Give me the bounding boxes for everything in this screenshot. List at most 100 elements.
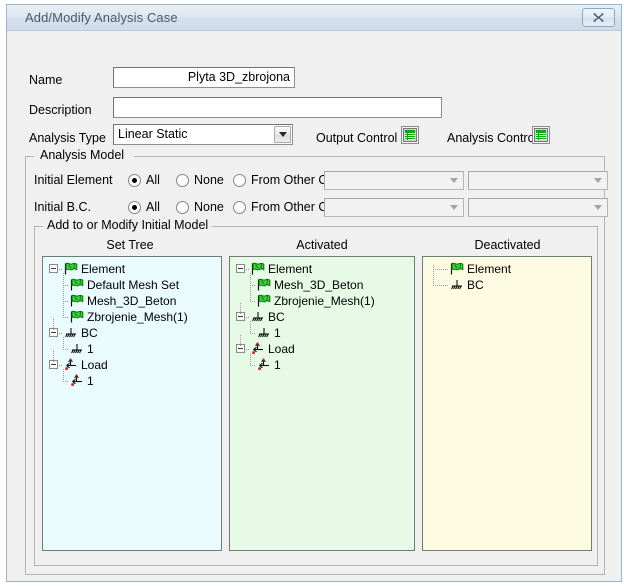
analysis-control-label: Analysis Control (447, 131, 538, 145)
deactivated-tree[interactable]: Element BC (423, 257, 591, 550)
tree-expander-collapse-icon[interactable] (49, 264, 58, 273)
mesh-icon (251, 262, 265, 275)
initial-element-radio-none-label: None (194, 173, 224, 187)
tree-node-label: Load (268, 342, 295, 356)
tree-connector (246, 317, 250, 318)
tree-node-label: Mesh_3D_Beton (87, 294, 177, 308)
tree-node-label: Element (81, 262, 126, 276)
mesh-icon (450, 262, 464, 275)
analysis-type-select[interactable]: Linear Static (113, 124, 293, 145)
tree-node-label: 1 (274, 358, 281, 372)
initial-bc-case-select[interactable] (324, 198, 464, 217)
support-icon (71, 344, 82, 354)
tree-connector (250, 301, 256, 302)
load-icon (69, 373, 85, 389)
add-modify-analysis-case-dialog: Add/Modify Analysis Case Name Plyta 3D_z… (6, 4, 622, 582)
load-icon (250, 341, 266, 357)
tree-node-label: Mesh_3D_Beton (274, 278, 364, 292)
tree-connector (59, 365, 63, 366)
chevron-down-icon (593, 205, 602, 210)
support-icon (258, 328, 269, 338)
initial-bc-radio-all-label: All (146, 200, 160, 214)
activated-header: Activated (296, 238, 348, 252)
table-grid-icon (403, 128, 417, 142)
initial-bc-radio-none[interactable] (176, 201, 189, 214)
initial-element-case-arrow[interactable] (445, 173, 462, 188)
close-button[interactable] (582, 8, 615, 27)
tree-node-label: Element (268, 262, 313, 276)
tree-connector (59, 269, 63, 270)
chevron-down-icon (593, 178, 602, 183)
load-icon (71, 374, 82, 387)
initial-element-case-select[interactable] (324, 171, 464, 190)
tree-node-label: Zbrojenie_Mesh(1) (87, 310, 188, 324)
tree-node-label: Default Mesh Set (87, 278, 180, 292)
initial-bc-radio-none-label: None (194, 200, 224, 214)
tree-connector (433, 285, 449, 286)
mesh-icon (64, 262, 78, 275)
mesh-icon (70, 294, 84, 307)
analysis-type-value: Linear Static (118, 127, 188, 141)
initial-element-radio-none[interactable] (176, 174, 189, 187)
tree-connector (433, 269, 449, 270)
initial-element-radio-all[interactable] (128, 174, 141, 187)
tree-connector (250, 273, 251, 301)
dialog-titlebar: Add/Modify Analysis Case (7, 5, 621, 31)
initial-bc-step-arrow[interactable] (589, 200, 606, 215)
initial-model-group: Add to or Modify Initial Model Set Tree … (34, 218, 598, 566)
chevron-down-icon (278, 132, 287, 137)
tree-connector (63, 369, 64, 381)
load-icon (65, 358, 76, 371)
load-icon (252, 342, 263, 355)
name-input[interactable]: Plyta 3D_zbrojona (113, 67, 295, 88)
dialog-body: Name Plyta 3D_zbrojona Description Analy… (7, 31, 621, 581)
analysis-type-dropdown-arrow[interactable] (274, 126, 291, 143)
mesh-icon (70, 310, 84, 323)
support-icon (449, 277, 465, 293)
name-label: Name (29, 73, 63, 87)
tree-connector (433, 265, 434, 285)
analysis-model-group: Analysis Model Initial Element All None … (25, 148, 608, 575)
tree-connector (63, 301, 69, 302)
mesh-icon (69, 277, 85, 293)
analysis-model-group-title: Analysis Model (36, 148, 129, 162)
tree-node-label: 1 (87, 374, 94, 388)
load-icon (258, 358, 269, 371)
initial-bc-case-arrow[interactable] (445, 200, 462, 215)
mesh-icon (257, 294, 271, 307)
support-icon (250, 309, 266, 325)
activated-panel[interactable]: Element Mesh_3D_Beton Zbrojenie_Mesh(1) BC 1… (229, 256, 415, 551)
tree-connector (240, 303, 241, 315)
initial-bc-radio-all[interactable] (128, 201, 141, 214)
mesh-icon (69, 309, 85, 325)
tree-connector (63, 273, 64, 317)
support-icon (63, 325, 79, 341)
initial-bc-step-select[interactable] (468, 198, 608, 217)
set-tree-panel[interactable]: Element Default Mesh Set Mesh_3D_Beton Zbro… (42, 256, 222, 551)
analysis-control-button[interactable] (532, 126, 550, 144)
output-control-button[interactable] (401, 126, 419, 144)
tree-node-label: BC (467, 278, 484, 292)
tree-connector (63, 317, 69, 318)
initial-element-step-select[interactable] (468, 171, 608, 190)
tree-connector (63, 349, 69, 350)
tree-connector (63, 285, 69, 286)
tree-node-label: Load (81, 358, 108, 372)
initial-element-step-arrow[interactable] (589, 173, 606, 188)
initial-element-radio-from-other-case[interactable] (233, 174, 246, 187)
tree-expander-collapse-icon[interactable] (236, 264, 245, 273)
tree-connector (53, 351, 54, 363)
initial-bc-radio-from-other-case[interactable] (233, 201, 246, 214)
load-icon (63, 357, 79, 373)
table-grid-icon (534, 128, 548, 142)
tree-node-label: 1 (274, 326, 281, 340)
set-tree[interactable]: Element Default Mesh Set Mesh_3D_Beton Zbro… (43, 257, 221, 550)
activated-tree[interactable]: Element Mesh_3D_Beton Zbrojenie_Mesh(1) BC 1… (230, 257, 414, 550)
output-control-label: Output Control (316, 131, 398, 145)
deactivated-panel[interactable]: Element BC (422, 256, 592, 551)
tree-connector (59, 333, 63, 334)
description-label: Description (29, 103, 92, 117)
tree-connector (250, 333, 256, 334)
description-input[interactable] (113, 97, 442, 118)
tree-node-label: BC (268, 310, 285, 324)
